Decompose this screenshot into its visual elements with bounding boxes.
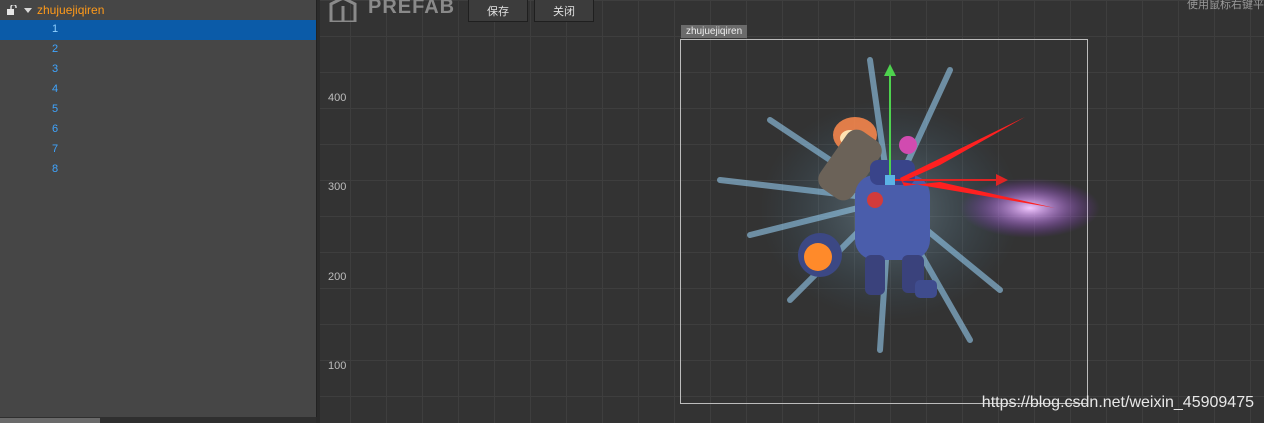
root-node-label: zhujuejiqiren <box>37 3 105 17</box>
tree-item-3[interactable]: 3 <box>0 60 316 80</box>
prefab-logo-icon <box>329 0 357 22</box>
prefab-title: PREFAB <box>368 0 456 18</box>
tree-item-label: 5 <box>52 103 59 115</box>
hierarchy-panel: zhujuejiqiren 1 2 3 4 5 6 7 8 <box>0 0 317 417</box>
mouse-hint-text: 使用鼠标右键平 <box>1187 0 1264 11</box>
lock-icon[interactable] <box>6 5 18 15</box>
tree-item-label: 6 <box>52 123 59 135</box>
tree-root-node[interactable]: zhujuejiqiren <box>0 0 316 20</box>
tree-item-7[interactable]: 7 <box>0 140 316 160</box>
tree-item-label: 7 <box>52 143 59 155</box>
save-button[interactable]: 保存 <box>468 0 528 22</box>
move-gizmo-handle[interactable] <box>885 175 895 185</box>
tree-item-label: 1 <box>52 23 59 35</box>
tree-item-label: 4 <box>52 83 59 95</box>
tree-item-2[interactable]: 2 <box>0 40 316 60</box>
axis-label-100: 100 <box>328 360 347 372</box>
watermark-text: https://blog.csdn.net/weixin_45909475 <box>981 394 1254 411</box>
node-name-tag: zhujuejiqiren <box>681 25 748 38</box>
robot-body <box>855 175 930 260</box>
axis-label-400: 400 <box>328 92 347 104</box>
expand-arrow-icon[interactable] <box>24 8 32 13</box>
close-button[interactable]: 关闭 <box>534 0 594 22</box>
tree-item-label: 8 <box>52 163 59 175</box>
tree-item-8[interactable]: 8 <box>0 160 316 180</box>
axis-label-200: 200 <box>328 271 347 283</box>
tree-item-1[interactable]: 1 <box>0 20 316 40</box>
tree-item-5[interactable]: 5 <box>0 100 316 120</box>
tree-item-label: 3 <box>52 63 59 75</box>
tree-item-4[interactable]: 4 <box>0 80 316 100</box>
robot-sprite[interactable] <box>640 50 1120 380</box>
purple-blast <box>960 178 1100 238</box>
tree-item-6[interactable]: 6 <box>0 120 316 140</box>
scene-view[interactable]: PREFAB 保存 关闭 使用鼠标右键平 400 300 200 100 zhu… <box>320 0 1264 423</box>
tree-item-label: 2 <box>52 43 59 55</box>
axis-label-300: 300 <box>328 181 347 193</box>
horizontal-scrollbar[interactable] <box>0 418 100 423</box>
